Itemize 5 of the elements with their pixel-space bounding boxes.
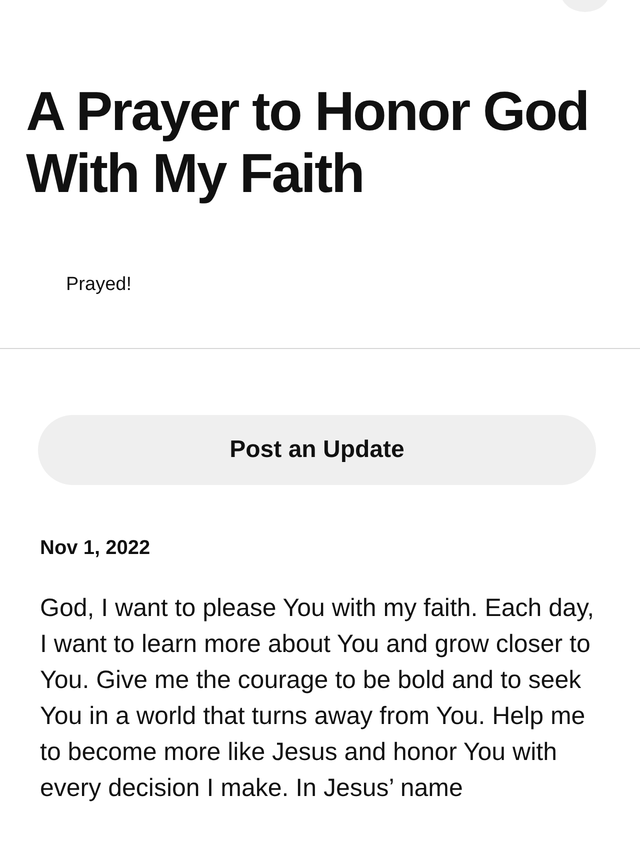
prayer-text: God, I want to please You with my faith. Each day, I want to learn more about You and grow closer to You. Give me the courage to be bold and to seek You in a world that turns away from You. Help me to become more like Jesus and honor You with every decision I make. In Jesus’ name (40, 593, 596, 804)
prayer-title: A Prayer to Honor God With My Faith (26, 80, 590, 204)
prayed-status: Prayed! (66, 274, 132, 296)
update-date: Nov 1, 2022 (40, 537, 152, 560)
post-update-button[interactable]: Post an Update (38, 415, 596, 485)
